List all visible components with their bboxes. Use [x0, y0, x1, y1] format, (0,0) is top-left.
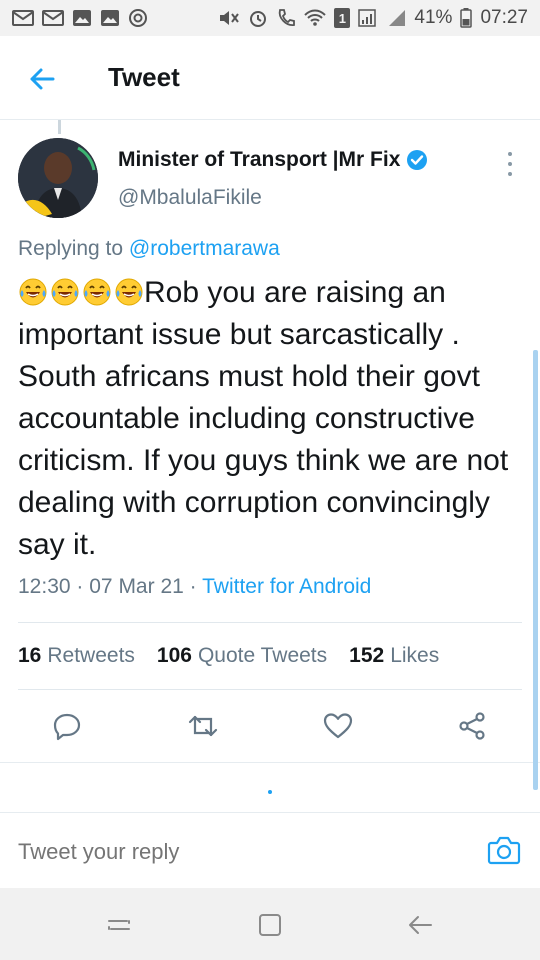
meta-separator: ·	[76, 575, 84, 598]
quote-tweets-count: 106	[156, 644, 192, 667]
navigation-bar	[0, 888, 540, 960]
laughing-tears-emoji-icon	[50, 277, 80, 307]
laughing-tears-emoji-icon	[18, 277, 48, 307]
laughing-tears-emoji-icon	[114, 277, 144, 307]
page-title: Tweet	[108, 62, 180, 92]
camera-icon	[487, 836, 521, 865]
camera-button[interactable]	[486, 833, 522, 867]
scrollbar[interactable]	[533, 350, 538, 790]
share-icon	[459, 712, 485, 740]
avatar[interactable]	[18, 138, 98, 218]
app-bar: Tweet	[0, 36, 540, 120]
verified-badge-icon	[406, 149, 428, 171]
quote-tweets-stat[interactable]: 106 Quote Tweets	[157, 644, 327, 668]
author-name[interactable]: Minister of Transport |Mr Fix	[118, 148, 428, 172]
gmail-icon	[42, 9, 64, 27]
back-button[interactable]	[22, 62, 62, 96]
more-dot	[508, 152, 512, 156]
cellular-icon	[388, 9, 406, 27]
likes-label: Likes	[390, 644, 440, 667]
status-bar-notifications	[12, 8, 148, 28]
emoji-group	[18, 277, 144, 307]
status-bar: 1 41% 07:27	[0, 0, 540, 36]
laughing-tears-emoji-icon	[82, 277, 112, 307]
quote-tweets-label: Quote Tweets	[197, 644, 328, 667]
battery-icon	[460, 8, 473, 28]
tweet-date: 07 Mar 21	[89, 575, 184, 598]
home-button[interactable]	[253, 908, 287, 942]
tweet-actions	[0, 704, 540, 748]
avatar-image	[18, 138, 98, 218]
more-dot	[508, 162, 512, 166]
recent-apps-button[interactable]	[102, 908, 136, 942]
recent-apps-icon	[108, 920, 130, 930]
replying-to: Replying to @robertmarawa	[18, 237, 280, 261]
home-icon	[259, 914, 281, 936]
replying-to-link[interactable]: @robertmarawa	[129, 237, 280, 260]
back-icon	[409, 916, 432, 934]
tweet-text-body: Rob you are raising an important issue b…	[18, 276, 509, 561]
heart-icon	[323, 713, 353, 739]
battery-percent: 41%	[414, 7, 453, 28]
retweets-count: 16	[18, 644, 42, 667]
loading-indicator	[268, 790, 272, 794]
back-arrow-icon	[30, 68, 55, 90]
thread-connector	[58, 120, 61, 134]
status-bar-system: 1 41% 07:27	[218, 7, 528, 29]
tweet-stats: 16 Retweets 106 Quote Tweets 152 Likes	[18, 644, 439, 668]
divider	[18, 689, 522, 690]
gallery-icon	[100, 9, 120, 27]
meta-separator: ·	[189, 575, 197, 598]
replying-label: Replying to	[18, 237, 124, 260]
divider	[18, 622, 522, 623]
retweets-stat[interactable]: 16 Retweets	[18, 644, 135, 668]
author-name-text: Minister of Transport |Mr Fix	[118, 148, 401, 171]
sim-badge: 1	[334, 8, 351, 28]
back-nav-button[interactable]	[403, 908, 437, 942]
clock: 07:27	[480, 7, 528, 28]
retweets-label: Retweets	[47, 644, 135, 667]
likes-count: 152	[349, 644, 385, 667]
tweet-meta: 12:30 · 07 Mar 21 · Twitter for Android	[18, 575, 371, 599]
tweet-text: Rob you are raising an important issue b…	[18, 272, 528, 566]
gmail-icon	[12, 9, 34, 27]
likes-stat[interactable]: 152 Likes	[349, 644, 439, 668]
instagram-icon	[128, 8, 148, 28]
call-icon	[276, 8, 296, 28]
more-options-button[interactable]	[498, 150, 522, 178]
like-button[interactable]	[316, 704, 360, 748]
tweet-time: 12:30	[18, 575, 71, 598]
author-handle[interactable]: @MbalulaFikile	[118, 186, 262, 210]
wifi-icon	[304, 9, 327, 27]
share-button[interactable]	[450, 704, 494, 748]
reply-button[interactable]	[45, 704, 89, 748]
alarm-icon	[248, 8, 268, 28]
divider	[0, 762, 540, 763]
retweet-icon	[188, 715, 218, 737]
tweet-source[interactable]: Twitter for Android	[202, 575, 371, 598]
signal-icon	[358, 8, 380, 28]
reply-icon	[53, 713, 81, 741]
reply-bar	[0, 812, 540, 888]
reply-input[interactable]	[18, 839, 418, 865]
mute-icon	[218, 9, 240, 27]
more-dot	[508, 172, 512, 176]
gallery-icon	[72, 9, 92, 27]
retweet-button[interactable]	[181, 704, 225, 748]
